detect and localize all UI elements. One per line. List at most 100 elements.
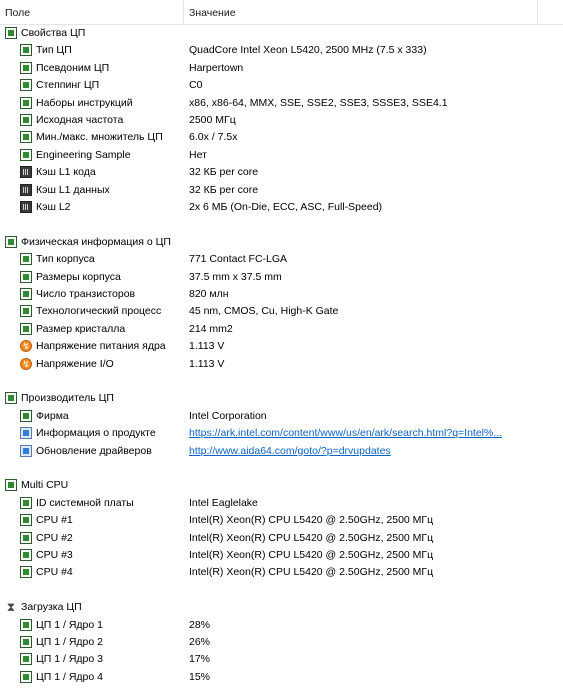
field-label: ЦП 1 / Ядро 4 bbox=[36, 670, 103, 683]
list-item[interactable]: Размеры корпуса 37.5 mm x 37.5 mm bbox=[0, 269, 563, 286]
column-header-value[interactable]: Значение bbox=[189, 0, 236, 24]
cpu-board-icon bbox=[20, 322, 32, 335]
list-item[interactable]: ЦП 1 / Ядро 1 28% bbox=[0, 617, 563, 634]
cpu-board-icon bbox=[20, 148, 32, 161]
list-item[interactable]: CPU #3 Intel(R) Xeon(R) CPU L5420 @ 2.50G… bbox=[0, 547, 563, 564]
column-divider[interactable] bbox=[537, 0, 538, 24]
field-value: 820 млн bbox=[189, 288, 229, 300]
field-value: 771 Contact FC-LGA bbox=[189, 253, 288, 266]
field-label: CPU #2 bbox=[36, 531, 73, 544]
field-value: 2500 МГц bbox=[189, 114, 236, 126]
list-item[interactable]: Фирма Intel Corporation bbox=[0, 408, 563, 425]
hourglass-icon: ⧗ bbox=[6, 600, 16, 615]
field-value: 15% bbox=[189, 670, 211, 683]
section-header[interactable]: ⧗ Загрузка ЦП bbox=[0, 599, 563, 616]
field-value: Intel Corporation bbox=[189, 409, 267, 422]
cpu-board-icon bbox=[20, 288, 32, 300]
list-item[interactable]: Технологический процесс 45 nm, CMOS, Cu, … bbox=[0, 303, 563, 320]
cpu-board-icon bbox=[20, 79, 32, 92]
list-item[interactable]: Степпинг ЦП C0 bbox=[0, 77, 563, 94]
column-divider[interactable] bbox=[183, 0, 184, 24]
cpu-board-icon bbox=[20, 270, 32, 283]
list-item[interactable]: Engineering Sample Нет bbox=[0, 147, 563, 164]
cpu-board-icon bbox=[20, 566, 32, 579]
field-label: Наборы инструкций bbox=[36, 96, 133, 109]
list-item[interactable]: Исходная частота 2500 МГц bbox=[0, 112, 563, 129]
cpu-board-icon bbox=[20, 114, 32, 126]
cpu-board-icon bbox=[20, 96, 32, 109]
list-item[interactable]: ЦП 1 / Ядро 4 15% bbox=[0, 669, 563, 686]
list-item[interactable]: CPU #1 Intel(R) Xeon(R) CPU L5420 @ 2.50G… bbox=[0, 512, 563, 529]
section-header[interactable]: Multi CPU bbox=[0, 477, 563, 494]
list-item[interactable]: Мин./макс. множитель ЦП 6.0x / 7.5x bbox=[0, 129, 563, 146]
field-label: Обновление драйверов bbox=[36, 444, 152, 457]
list-item[interactable]: Размер кристалла 214 mm2 bbox=[0, 321, 563, 338]
list-item[interactable]: CPU #2 Intel(R) Xeon(R) CPU L5420 @ 2.50G… bbox=[0, 530, 563, 547]
field-label: Кэш L2 bbox=[36, 201, 71, 213]
field-label: Тип корпуса bbox=[36, 253, 95, 266]
field-label: CPU #3 bbox=[36, 549, 73, 561]
cpu-board-icon bbox=[20, 670, 32, 683]
section-header[interactable]: Физическая информация о ЦП bbox=[0, 234, 563, 251]
web-link-icon bbox=[20, 444, 32, 457]
field-value: 214 mm2 bbox=[189, 322, 233, 335]
field-value: C0 bbox=[189, 79, 203, 92]
section-header[interactable]: Производитель ЦП bbox=[0, 390, 563, 407]
cpu-board-icon bbox=[20, 549, 32, 561]
field-label: Фирма bbox=[36, 409, 69, 422]
field-value: QuadCore Intel Xeon L5420, 2500 MHz (7.5… bbox=[189, 44, 427, 57]
field-value: 37.5 mm x 37.5 mm bbox=[189, 270, 282, 283]
list-item[interactable]: Тип ЦП QuadCore Intel Xeon L5420, 2500 MH… bbox=[0, 42, 563, 59]
field-label: CPU #1 bbox=[36, 514, 73, 527]
field-label: Информация о продукте bbox=[36, 427, 156, 440]
cpu-board-icon bbox=[20, 61, 32, 74]
list-item[interactable]: CPU #4 Intel(R) Xeon(R) CPU L5420 @ 2.50G… bbox=[0, 564, 563, 581]
field-value: 32 КБ per core bbox=[189, 166, 259, 179]
list-item[interactable]: Наборы инструкций x86, x86-64, MMX, SSE, … bbox=[0, 95, 563, 112]
list-item[interactable]: Псевдоним ЦП Harpertown bbox=[0, 60, 563, 77]
list-item[interactable]: ID системной платы Intel Eaglelake bbox=[0, 495, 563, 512]
field-value: 28% bbox=[189, 618, 211, 631]
cpu-board-icon bbox=[20, 653, 32, 666]
web-link-icon bbox=[20, 427, 32, 440]
field-value: x86, x86-64, MMX, SSE, SSE2, SSE3, SSSE3… bbox=[189, 96, 448, 109]
column-header-field[interactable]: Поле bbox=[5, 0, 30, 24]
list-item[interactable]: ЦП 1 / Ядро 3 17% bbox=[0, 651, 563, 668]
link-value[interactable]: https://ark.intel.com/content/www/us/en/… bbox=[189, 425, 502, 442]
list-item[interactable]: Кэш L1 кода 32 КБ per core bbox=[0, 164, 563, 181]
cpu-board-icon bbox=[20, 44, 32, 57]
voltage-bolt-icon: ↯ bbox=[20, 340, 32, 353]
list-item[interactable]: ↯ Напряжение питания ядра 1.113 V bbox=[0, 338, 563, 355]
memory-chip-icon bbox=[20, 183, 32, 196]
list-item[interactable]: ЦП 1 / Ядро 2 26% bbox=[0, 634, 563, 651]
section-title: Свойства ЦП bbox=[21, 27, 86, 39]
cpu-board-icon bbox=[5, 27, 17, 39]
list-item[interactable]: Кэш L2 2x 6 МБ (On-Die, ECC, ASC, Full-Sp… bbox=[0, 199, 563, 216]
link-value[interactable]: http://www.aida64.com/goto/?p=drvupdates bbox=[189, 443, 391, 460]
list-item[interactable]: Информация о продукте https://ark.intel.c… bbox=[0, 425, 563, 442]
field-label: Мин./макс. множитель ЦП bbox=[36, 131, 163, 144]
list-item[interactable]: ↯ Напряжение I/O 1.113 V bbox=[0, 356, 563, 373]
field-value: Intel(R) Xeon(R) CPU L5420 @ 2.50GHz, 25… bbox=[189, 531, 434, 544]
field-label: Напряжение питания ядра bbox=[36, 340, 166, 353]
field-label: Тип ЦП bbox=[36, 44, 72, 57]
section-title: Multi CPU bbox=[21, 479, 69, 492]
cpu-board-icon bbox=[20, 496, 32, 509]
field-label: Исходная частота bbox=[36, 114, 124, 126]
field-label: Число транзисторов bbox=[36, 288, 136, 300]
cpu-board-icon bbox=[20, 636, 32, 648]
list-item[interactable]: Тип корпуса 771 Contact FC-LGA bbox=[0, 251, 563, 268]
field-label: Кэш L1 кода bbox=[36, 166, 96, 179]
cpu-board-icon bbox=[20, 305, 32, 318]
field-value: 32 КБ per core bbox=[189, 183, 259, 196]
field-label: Псевдоним ЦП bbox=[36, 61, 110, 74]
field-value: 45 nm, CMOS, Cu, High-K Gate bbox=[189, 305, 339, 318]
list-item[interactable]: Число транзисторов 820 млн bbox=[0, 286, 563, 303]
cpu-board-icon bbox=[20, 253, 32, 266]
section-header[interactable]: Свойства ЦП bbox=[0, 25, 563, 42]
list-item[interactable]: Кэш L1 данных 32 КБ per core bbox=[0, 182, 563, 199]
field-value: Intel(R) Xeon(R) CPU L5420 @ 2.50GHz, 25… bbox=[189, 514, 434, 527]
field-value: 1.113 V bbox=[189, 340, 225, 353]
list-item[interactable]: Обновление драйверов http://www.aida64.co… bbox=[0, 443, 563, 460]
cpu-board-icon bbox=[20, 618, 32, 631]
